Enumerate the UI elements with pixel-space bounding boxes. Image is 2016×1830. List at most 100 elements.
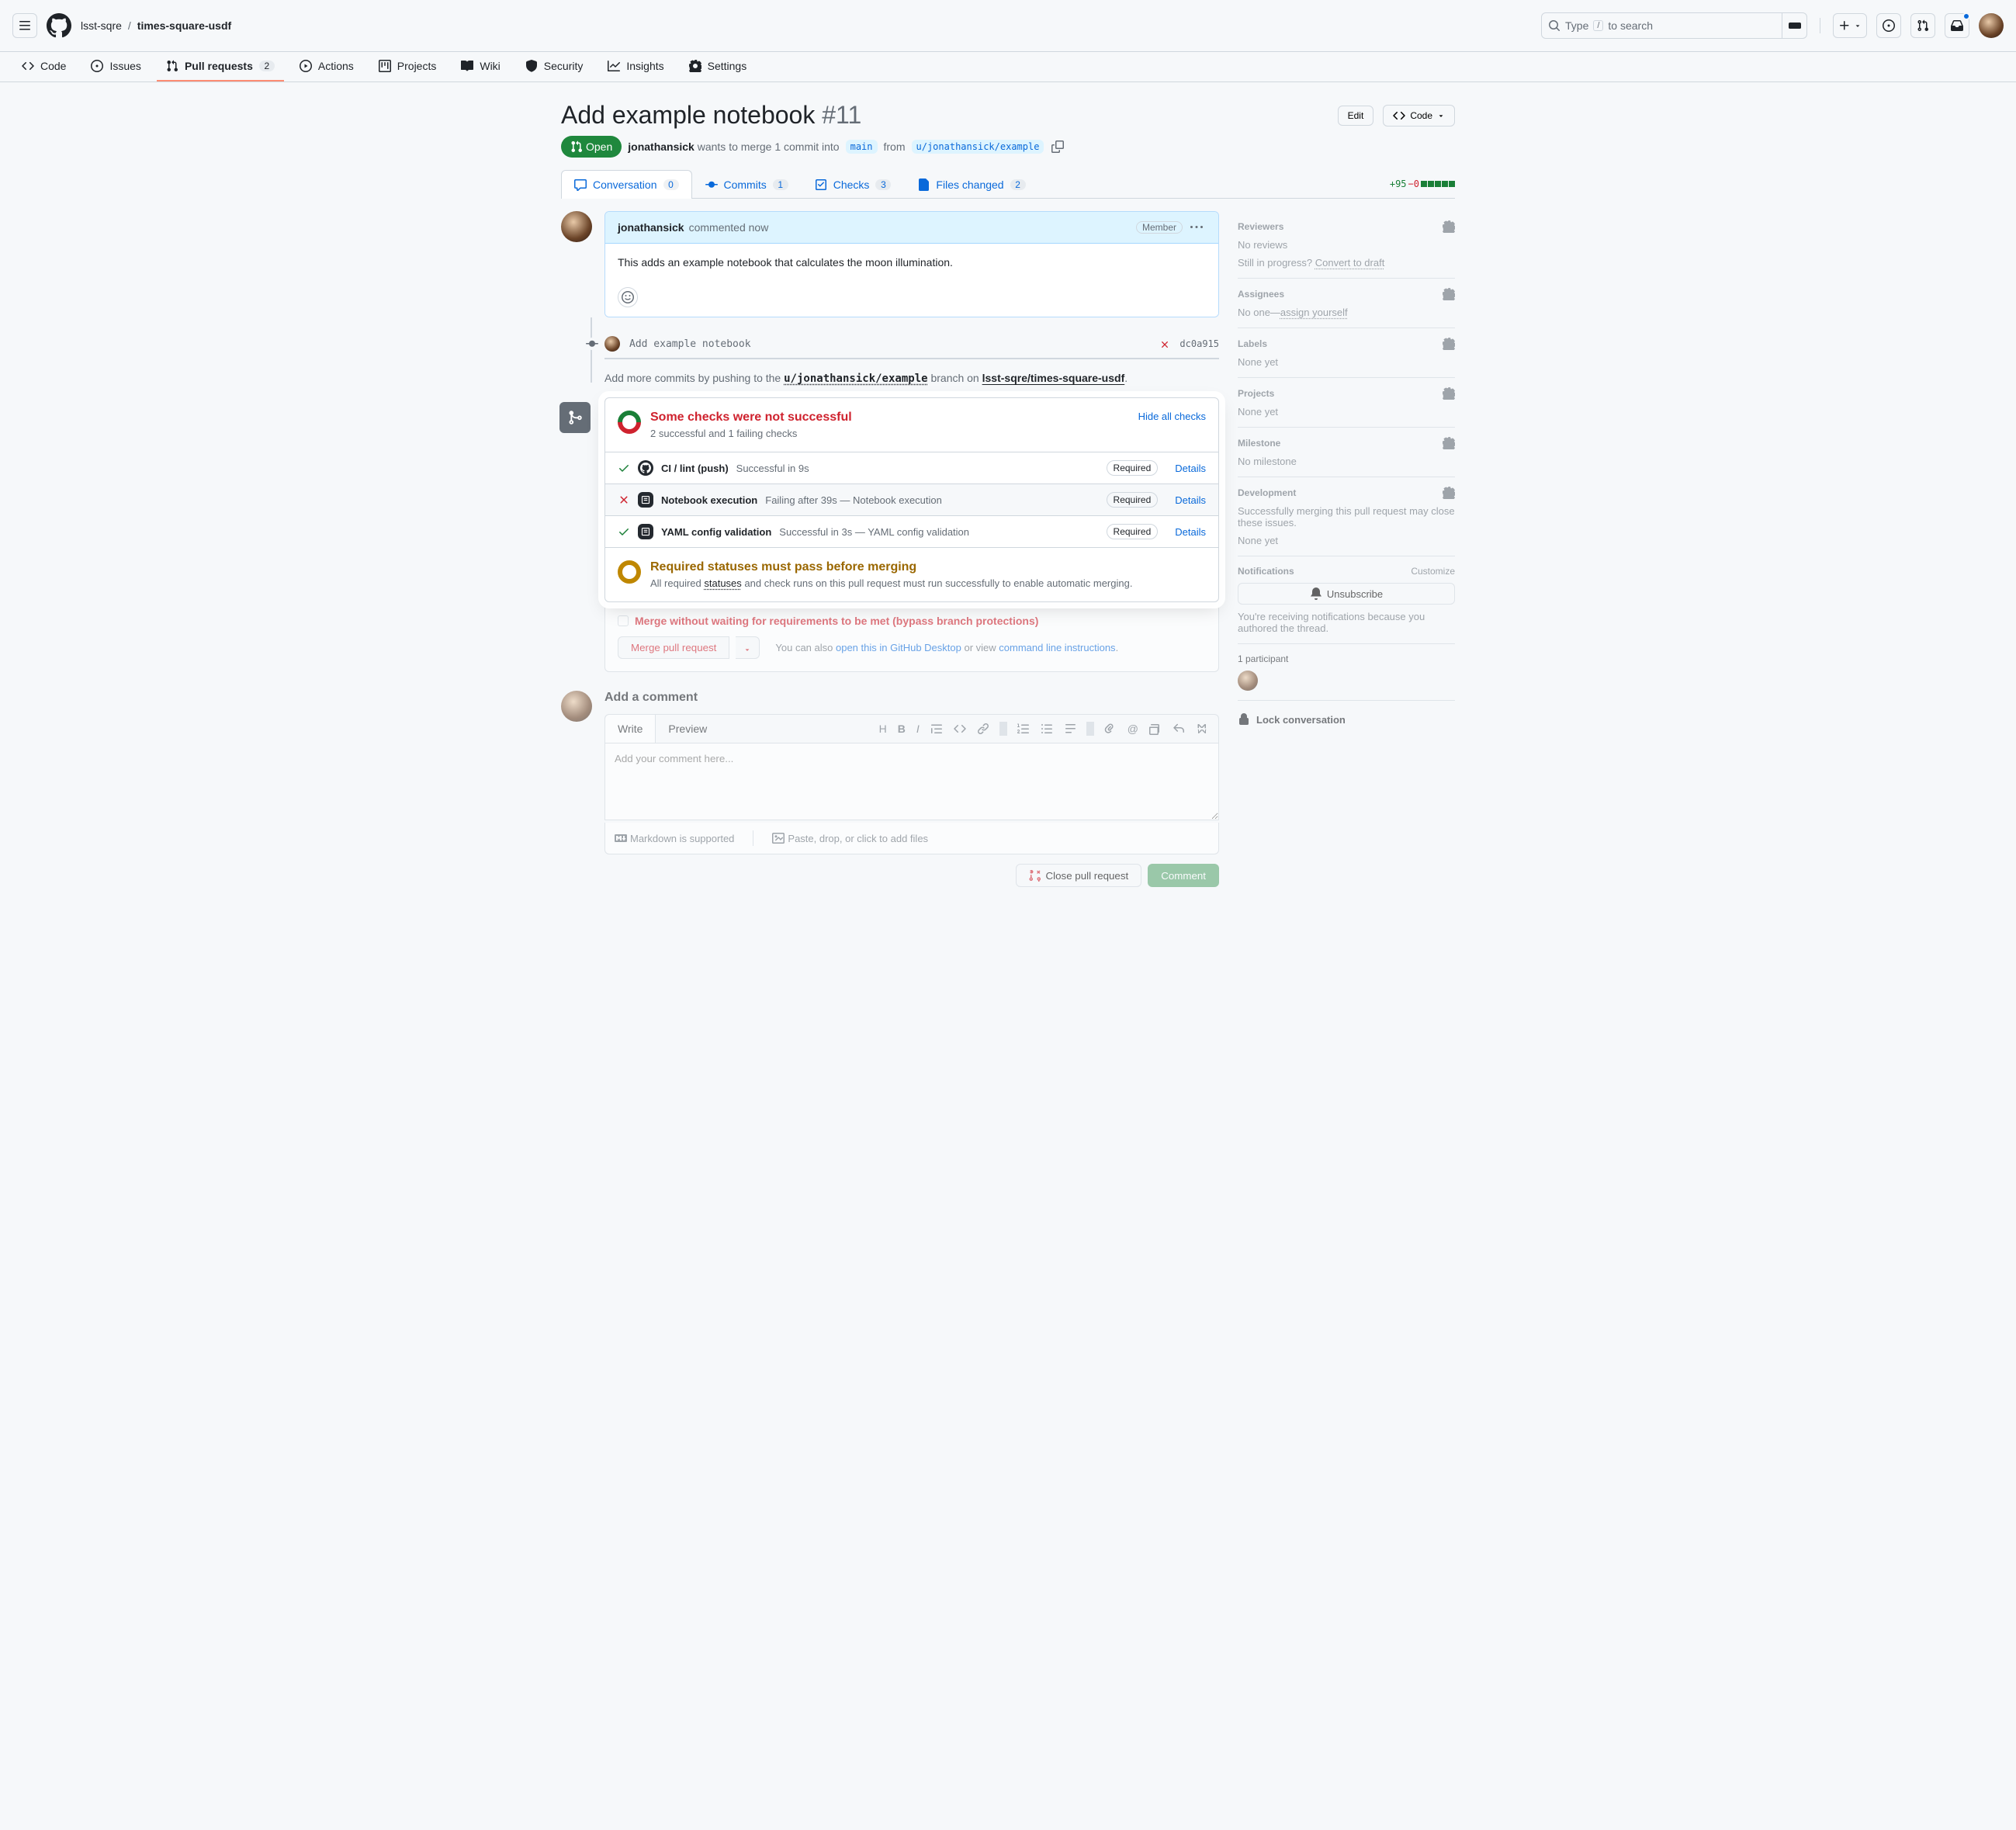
notification-dot [1962, 12, 1970, 20]
user-avatar[interactable] [1979, 13, 2004, 38]
search-input[interactable]: Type / to search [1542, 13, 1782, 38]
reviewers-gear[interactable] [1443, 220, 1455, 233]
notifications-header: Notifications [1238, 566, 1294, 577]
check-row: CI / lint (push) Successful in 9s Requir… [605, 452, 1218, 484]
projects-header: Projects [1238, 388, 1274, 399]
convert-to-draft-link[interactable]: Convert to draft [1315, 257, 1385, 269]
milestone-header: Milestone [1238, 438, 1280, 449]
commit-row: Add example notebook dc0a915 [604, 330, 1219, 358]
nav-issues[interactable]: Issues [81, 52, 150, 81]
command-line-link[interactable]: command line instructions [999, 642, 1115, 653]
add-reaction-button[interactable] [618, 287, 638, 307]
mention-button[interactable]: @ [1124, 719, 1142, 738]
task-list-button[interactable] [1060, 719, 1080, 738]
code-icon [1393, 109, 1405, 122]
base-branch[interactable]: main [846, 140, 878, 154]
labels-gear[interactable] [1443, 338, 1455, 350]
inbox-icon [1951, 19, 1963, 32]
tab-checks[interactable]: Checks3 [802, 170, 905, 199]
write-tab[interactable]: Write [605, 715, 656, 743]
unordered-list-button[interactable] [1037, 719, 1057, 738]
assignees-gear[interactable] [1443, 288, 1455, 300]
statuses-link[interactable]: statuses [704, 577, 741, 589]
plus-icon [1838, 19, 1851, 32]
lock-conversation-link[interactable]: Lock conversation [1238, 713, 1455, 726]
unsubscribe-button[interactable]: Unsubscribe [1238, 583, 1455, 605]
comment-menu-button[interactable] [1187, 218, 1206, 237]
attach-button[interactable] [1100, 719, 1121, 738]
comment-author[interactable]: jonathansick [618, 221, 684, 234]
nav-code[interactable]: Code [12, 52, 75, 81]
commit-sha[interactable]: dc0a915 [1179, 338, 1219, 349]
app-icon [638, 524, 653, 539]
check-details-link[interactable]: Details [1175, 494, 1206, 506]
development-gear[interactable] [1443, 487, 1455, 499]
nav-actions[interactable]: Actions [290, 52, 363, 81]
assignees-header: Assignees [1238, 289, 1284, 300]
bold-button[interactable]: B [894, 719, 909, 738]
notifications-button[interactable] [1945, 13, 1969, 38]
gear-icon [1443, 387, 1455, 400]
code-button[interactable]: Code [1383, 105, 1455, 127]
comment-textarea[interactable] [604, 743, 1219, 820]
milestone-gear[interactable] [1443, 437, 1455, 449]
close-pull-request-button[interactable]: Close pull request [1016, 864, 1142, 887]
open-desktop-link[interactable]: open this in GitHub Desktop [836, 642, 961, 653]
merge-pull-request-button[interactable]: Merge pull request [618, 636, 729, 659]
comment-author-avatar[interactable] [561, 211, 592, 242]
quote-button[interactable] [927, 719, 947, 738]
checks-fail-title: Some checks were not successful [650, 411, 1129, 425]
nav-security[interactable]: Security [516, 52, 593, 81]
saved-replies-button[interactable] [1169, 719, 1189, 738]
markdown-hint[interactable]: Markdown is supported [615, 832, 734, 844]
check-row: Notebook execution Failing after 39s — N… [605, 484, 1218, 516]
link-button[interactable] [973, 719, 993, 738]
issues-button[interactable] [1876, 13, 1901, 38]
hamburger-menu[interactable] [12, 13, 37, 38]
italic-button[interactable]: I [913, 719, 923, 738]
pull-requests-button[interactable] [1910, 13, 1935, 38]
merge-options-button[interactable] [736, 636, 760, 659]
tab-conversation[interactable]: Conversation0 [561, 170, 692, 199]
edit-button[interactable]: Edit [1338, 106, 1374, 126]
repo-link[interactable]: times-square-usdf [137, 19, 231, 32]
tab-files[interactable]: Files changed2 [904, 170, 1038, 199]
nav-wiki[interactable]: Wiki [452, 52, 509, 81]
assign-yourself-link[interactable]: assign yourself [1280, 307, 1348, 318]
heading-button[interactable]: H [875, 719, 891, 738]
commit-author-avatar[interactable] [604, 336, 620, 352]
org-link[interactable]: lsst-sqre [81, 19, 122, 32]
ordered-list-button[interactable] [1013, 719, 1034, 738]
required-statuses-title: Required statuses must pass before mergi… [650, 560, 1206, 574]
create-new-button[interactable] [1833, 13, 1867, 38]
hide-checks-link[interactable]: Hide all checks [1138, 411, 1206, 439]
github-logo[interactable] [47, 13, 71, 38]
pull-request-icon [570, 140, 583, 153]
nav-settings[interactable]: Settings [680, 52, 757, 81]
command-palette-button[interactable] [1782, 13, 1806, 38]
check-details-link[interactable]: Details [1175, 463, 1206, 474]
app-icon [638, 492, 653, 508]
nav-projects[interactable]: Projects [369, 52, 446, 81]
check-details-link[interactable]: Details [1175, 526, 1206, 538]
gear-icon [1443, 220, 1455, 233]
code-button[interactable] [950, 719, 970, 738]
checkbox-icon[interactable] [618, 615, 629, 626]
nav-pull-requests[interactable]: Pull requests2 [157, 52, 284, 81]
customize-link[interactable]: Customize [1411, 566, 1455, 577]
preview-tab[interactable]: Preview [656, 715, 719, 743]
paste-hint[interactable]: Paste, drop, or click to add files [772, 832, 928, 844]
projects-gear[interactable] [1443, 387, 1455, 400]
head-branch[interactable]: u/jonathansick/example [912, 140, 1044, 154]
bypass-checkbox-row[interactable]: Merge without waiting for requirements t… [618, 615, 1206, 627]
participant-avatar[interactable] [1238, 671, 1258, 691]
copy-branch-button[interactable] [1050, 139, 1065, 154]
cross-reference-button[interactable] [1145, 719, 1166, 738]
tab-commits[interactable]: Commits1 [692, 170, 802, 199]
commit-message[interactable]: Add example notebook [629, 338, 1150, 350]
fullscreen-button[interactable] [1192, 719, 1212, 738]
push-hint: Add more commits by pushing to the u/jon… [604, 358, 1219, 397]
comment-button[interactable]: Comment [1148, 864, 1219, 887]
nav-insights[interactable]: Insights [598, 52, 673, 81]
commit-status-fail-icon[interactable] [1159, 338, 1170, 350]
